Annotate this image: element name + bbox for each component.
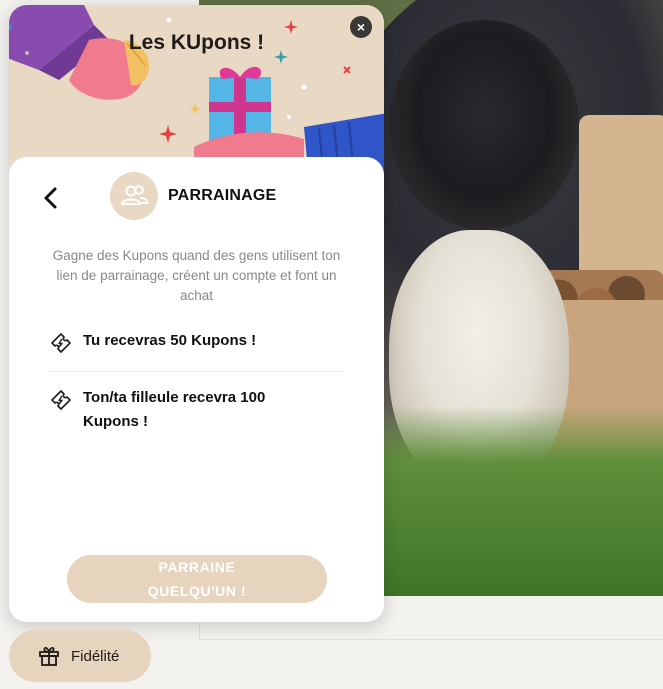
- page-divider: [199, 639, 663, 640]
- gift-icon: [39, 647, 59, 666]
- ticket-icon: [51, 333, 71, 353]
- close-button[interactable]: ×: [350, 16, 372, 38]
- users-icon: [121, 185, 149, 205]
- launcher-label: Fidélité: [71, 647, 120, 665]
- dog-face-image: [389, 20, 579, 230]
- sparkle-icon: [159, 125, 177, 143]
- section-badge: [110, 172, 158, 220]
- hero-banner: Les KUpons ! ×: [9, 5, 384, 180]
- section-title: PARRAINAGE: [168, 187, 277, 204]
- ticket-icon: [51, 390, 71, 410]
- reward-text: Ton/ta filleule recevra 100 Kupons !: [83, 389, 266, 430]
- reward-item: Ton/ta filleule recevra 100 Kupons !: [49, 386, 303, 434]
- reward-item: Tu recevras 50 Kupons !: [49, 329, 303, 355]
- referral-panel: PARRAINAGE Gagne des Kupons quand des ge…: [9, 157, 384, 622]
- hand-coupon-illustration: [9, 5, 172, 100]
- reward-text: Tu recevras 50 Kupons !: [83, 332, 257, 349]
- loyalty-widget: Les KUpons ! × PARRAINAGE Gagne des Kupo…: [9, 5, 384, 622]
- close-icon: ×: [356, 19, 366, 35]
- referral-description: Gagne des Kupons quand des gens utilisen…: [52, 248, 341, 303]
- cta-label-line2: QUELQU'UN !: [147, 583, 247, 599]
- refer-someone-button[interactable]: PARRAINE QUELQU'UN !: [67, 555, 327, 603]
- hero-title: Les KUpons !: [128, 31, 265, 54]
- sparkle-icon: [189, 103, 201, 115]
- loyalty-launcher-button[interactable]: Fidélité: [9, 630, 151, 682]
- cta-label-line1: PARRAINE: [158, 559, 236, 575]
- chevron-left-icon[interactable]: [39, 185, 65, 211]
- reward-divider: [49, 371, 344, 372]
